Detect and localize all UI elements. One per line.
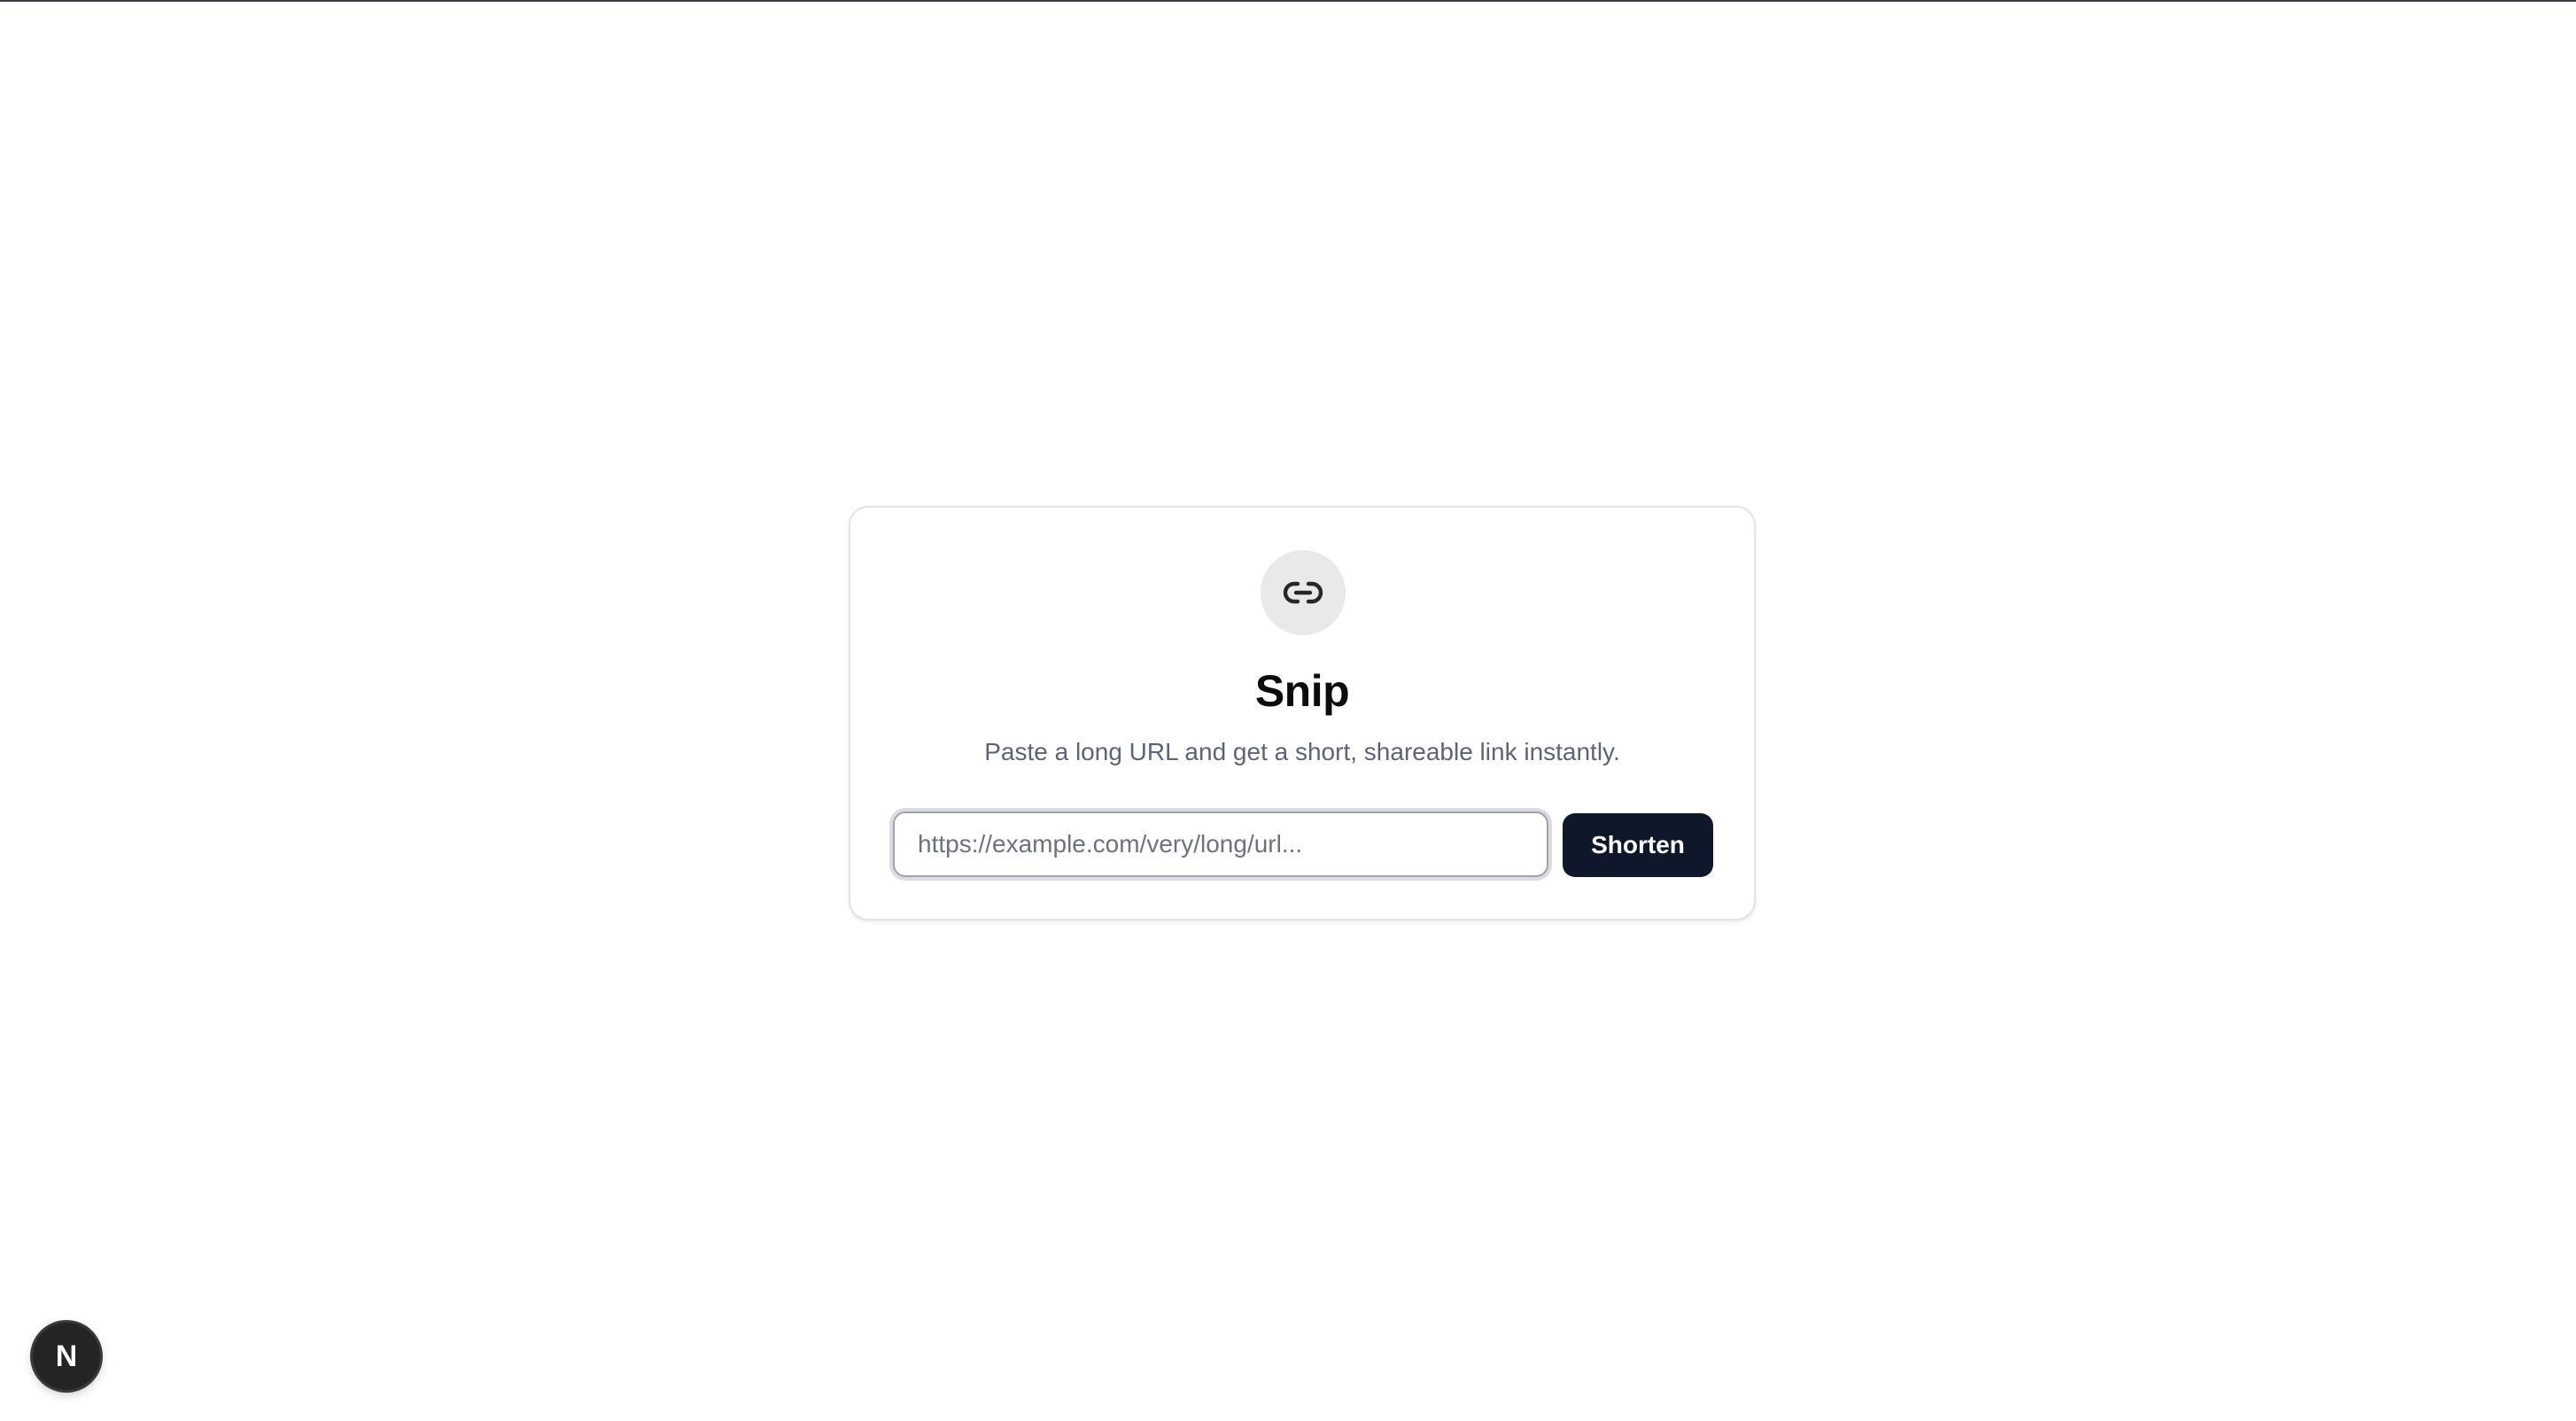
link-icon (1283, 581, 1323, 604)
page: Snip Paste a long URL and get a short, s… (0, 0, 2576, 1421)
nextjs-logo-icon[interactable]: N (33, 1323, 100, 1390)
url-input[interactable] (893, 811, 1548, 877)
next-badge-label: N (55, 1339, 78, 1373)
shorten-button[interactable]: Shorten (1563, 813, 1713, 877)
app-title: Snip (1254, 666, 1350, 716)
logo-badge (1261, 550, 1346, 635)
shortener-card: Snip Paste a long URL and get a short, s… (849, 506, 1756, 920)
app-subtitle: Paste a long URL and get a short, sharea… (984, 738, 1620, 765)
